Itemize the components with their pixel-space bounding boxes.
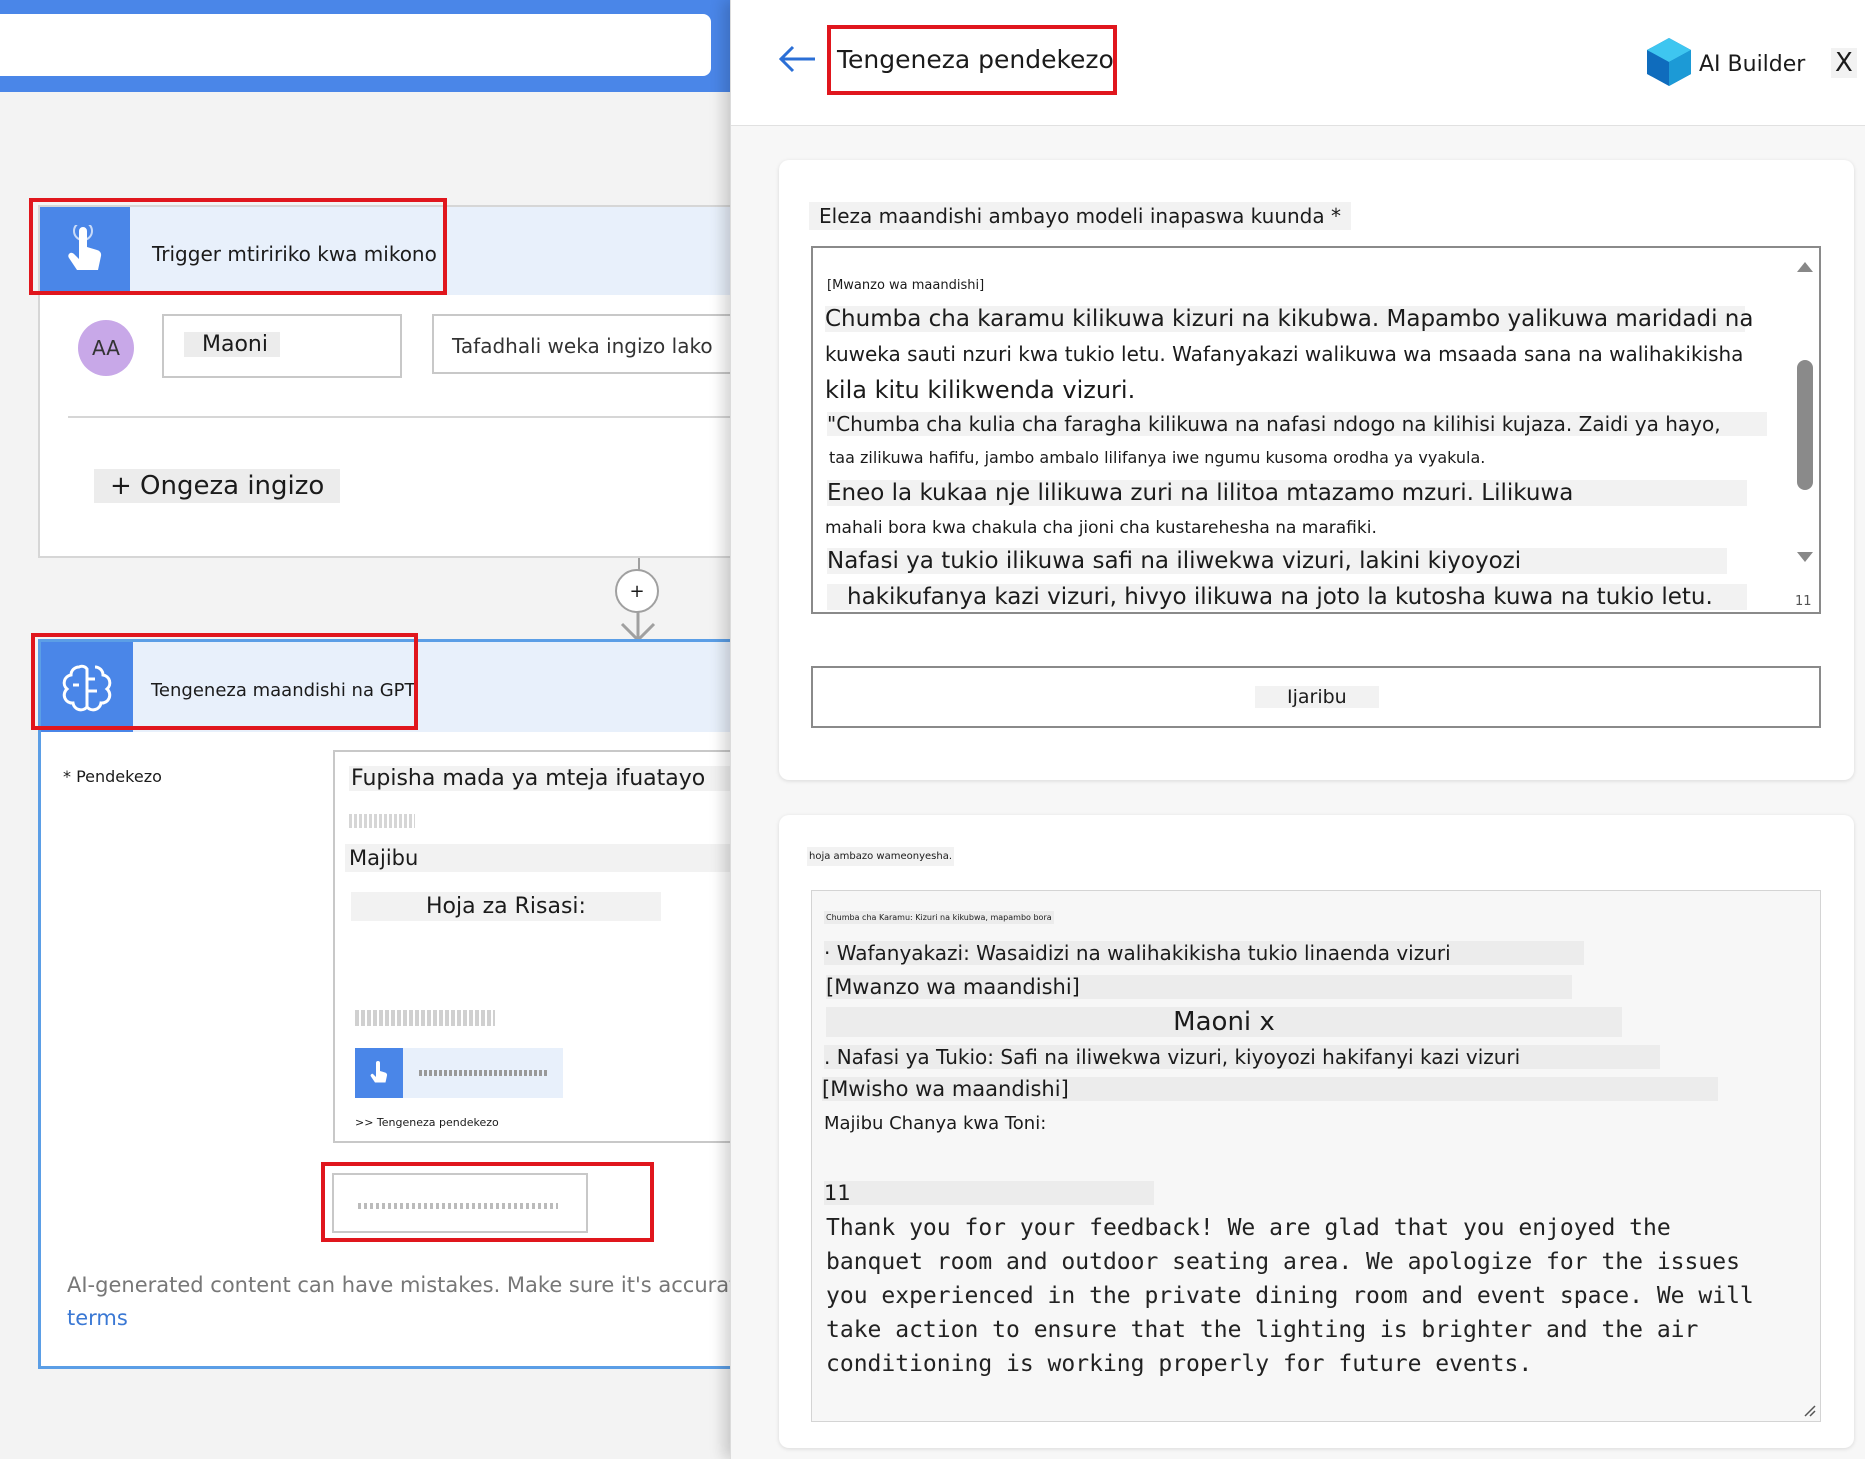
plus-icon: +: [629, 580, 645, 602]
response-line: 11: [824, 1181, 1154, 1205]
prompt-label: * Pendekezo: [63, 767, 162, 786]
add-step-button[interactable]: +: [615, 569, 659, 613]
response-body: Thank you for your feedback! We are glad…: [826, 1211, 1754, 1381]
prompt-textarea[interactable]: [Mwanzo wa maandishi] Chumba cha karamu …: [811, 246, 1821, 614]
test-button[interactable]: Ijaribu: [811, 666, 1821, 728]
prompt-editor[interactable]: Fupisha mada ya mteja ifuatayo Majibu Ho…: [333, 750, 763, 1143]
prompt-line: hakikufanya kazi vizuri, hivyo ilikuwa n…: [827, 584, 1747, 610]
input-value-field[interactable]: Tafadhali weka ingizo lako: [432, 314, 752, 374]
highlight-frame: [29, 198, 447, 295]
prompt-line: kila kitu kilikwenda vizuri.: [825, 376, 1136, 404]
scroll-thumb[interactable]: [1797, 360, 1813, 490]
response-line: . Nafasi ya Tukio: Safi na iliwekwa vizu…: [824, 1045, 1660, 1069]
canvas-search-box[interactable]: [0, 14, 711, 76]
input-name-field[interactable]: Maoni: [162, 314, 402, 378]
response-line: Chumba cha Karamu: Kizuri na kikubwa, ma…: [824, 911, 1054, 924]
prompt-description-label: Eleza maandishi ambayo modeli inapaswa k…: [809, 202, 1351, 230]
response-line: [Mwanzo wa maandishi]: [826, 975, 1572, 999]
response-line: Majibu Chanya kwa Toni:: [824, 1113, 1047, 1134]
prompt-line: mahali bora kwa chakula cha jioni cha ku…: [825, 518, 1377, 538]
test-button-label: Ijaribu: [1255, 686, 1379, 708]
prompt-line: taa zilikuwa hafifu, jambo ambalo lilifa…: [829, 448, 1486, 467]
response-line: · Wafanyakazi: Wasaidizi na walihakikish…: [824, 941, 1584, 965]
create-prompt-link[interactable]: >> Tengeneza pendekezo: [355, 1116, 499, 1129]
panel-title: Tengeneza pendekezo: [837, 45, 1114, 74]
input-name-value: Maoni: [184, 332, 280, 357]
avatar-initials: AA: [92, 336, 120, 360]
prompt-line: Chumba cha karamu kilikuwa kizuri na kik…: [825, 306, 1754, 332]
response-text-line: Thank you for your feedback! We are glad…: [826, 1215, 1671, 1241]
prompt-line-1: Fupisha mada ya mteja ifuatayo: [349, 766, 736, 791]
prompt-line: Eneo la kukaa nje lilikuwa zuri na lilit…: [827, 480, 1747, 506]
prompt-line: "Chumba cha kulia cha faragha kilikuwa n…: [827, 412, 1767, 436]
prompt-placeholder-smudge: [349, 814, 415, 828]
input-placeholder: Tafadhali weka ingizo lako: [452, 334, 713, 358]
close-button[interactable]: X: [1831, 48, 1857, 78]
gpt-card: Tengeneza maandishi na GPT * Pendekezo F…: [38, 639, 763, 1369]
divider: [68, 416, 748, 418]
ai-builder-logo-icon: [1643, 36, 1695, 92]
prompt-line: kuweka sauti nzuri kwa tukio letu. Wafan…: [825, 342, 1744, 366]
response-text-line: you experienced in the private dining ro…: [826, 1283, 1754, 1309]
prompt-line-3: Hoja za Risasi:: [351, 892, 661, 921]
scroll-down-arrow[interactable]: [1797, 552, 1813, 562]
char-counter: 11: [1795, 594, 1812, 609]
prompt-line-2: Majibu: [345, 844, 763, 872]
ai-builder-label: AI Builder: [1699, 52, 1806, 77]
resize-grip-icon[interactable]: [1800, 1401, 1816, 1421]
hand-touch-icon: [355, 1048, 403, 1098]
response-line: Maoni x: [826, 1007, 1622, 1037]
dynamic-content-chip[interactable]: [355, 1048, 563, 1098]
scroll-up-arrow[interactable]: [1797, 262, 1813, 272]
response-text-line: conditioning is working properly for fut…: [826, 1351, 1533, 1377]
chip-text-smudge: [419, 1070, 549, 1076]
highlight-frame: [321, 1162, 654, 1242]
prompt-placeholder-smudge: [355, 1010, 495, 1026]
terms-link[interactable]: terms: [67, 1306, 128, 1330]
prompt-line: [Mwanzo wa maandishi]: [827, 278, 985, 293]
response-text-line: banquet room and outdoor seating area. W…: [826, 1249, 1740, 1275]
avatar: AA: [78, 320, 134, 376]
response-card: hoja ambazo wameonyesha. Chumba cha Kara…: [779, 815, 1854, 1448]
back-arrow-icon[interactable]: [777, 44, 817, 78]
scrollbar[interactable]: 11: [1789, 248, 1819, 612]
ai-disclaimer: AI-generated content can have mistakes. …: [67, 1273, 738, 1297]
response-line: [Mwisho wa maandishi]: [822, 1077, 1718, 1101]
highlight-frame: [31, 633, 418, 730]
add-input-button[interactable]: + Ongeza ingizo: [94, 469, 341, 503]
response-textarea[interactable]: Chumba cha Karamu: Kizuri na kikubwa, ma…: [811, 890, 1821, 1422]
prompt-line: Nafasi ya tukio ilikuwa safi na iliwekwa…: [827, 548, 1727, 574]
create-prompt-panel: Tengeneza pendekezo AI Builder X Eleza m…: [730, 0, 1865, 1459]
prompt-card: Eleza maandishi ambayo modeli inapaswa k…: [779, 160, 1854, 780]
response-label: hoja ambazo wameonyesha.: [807, 847, 955, 866]
response-text-line: take action to ensure that the lighting …: [826, 1317, 1699, 1343]
